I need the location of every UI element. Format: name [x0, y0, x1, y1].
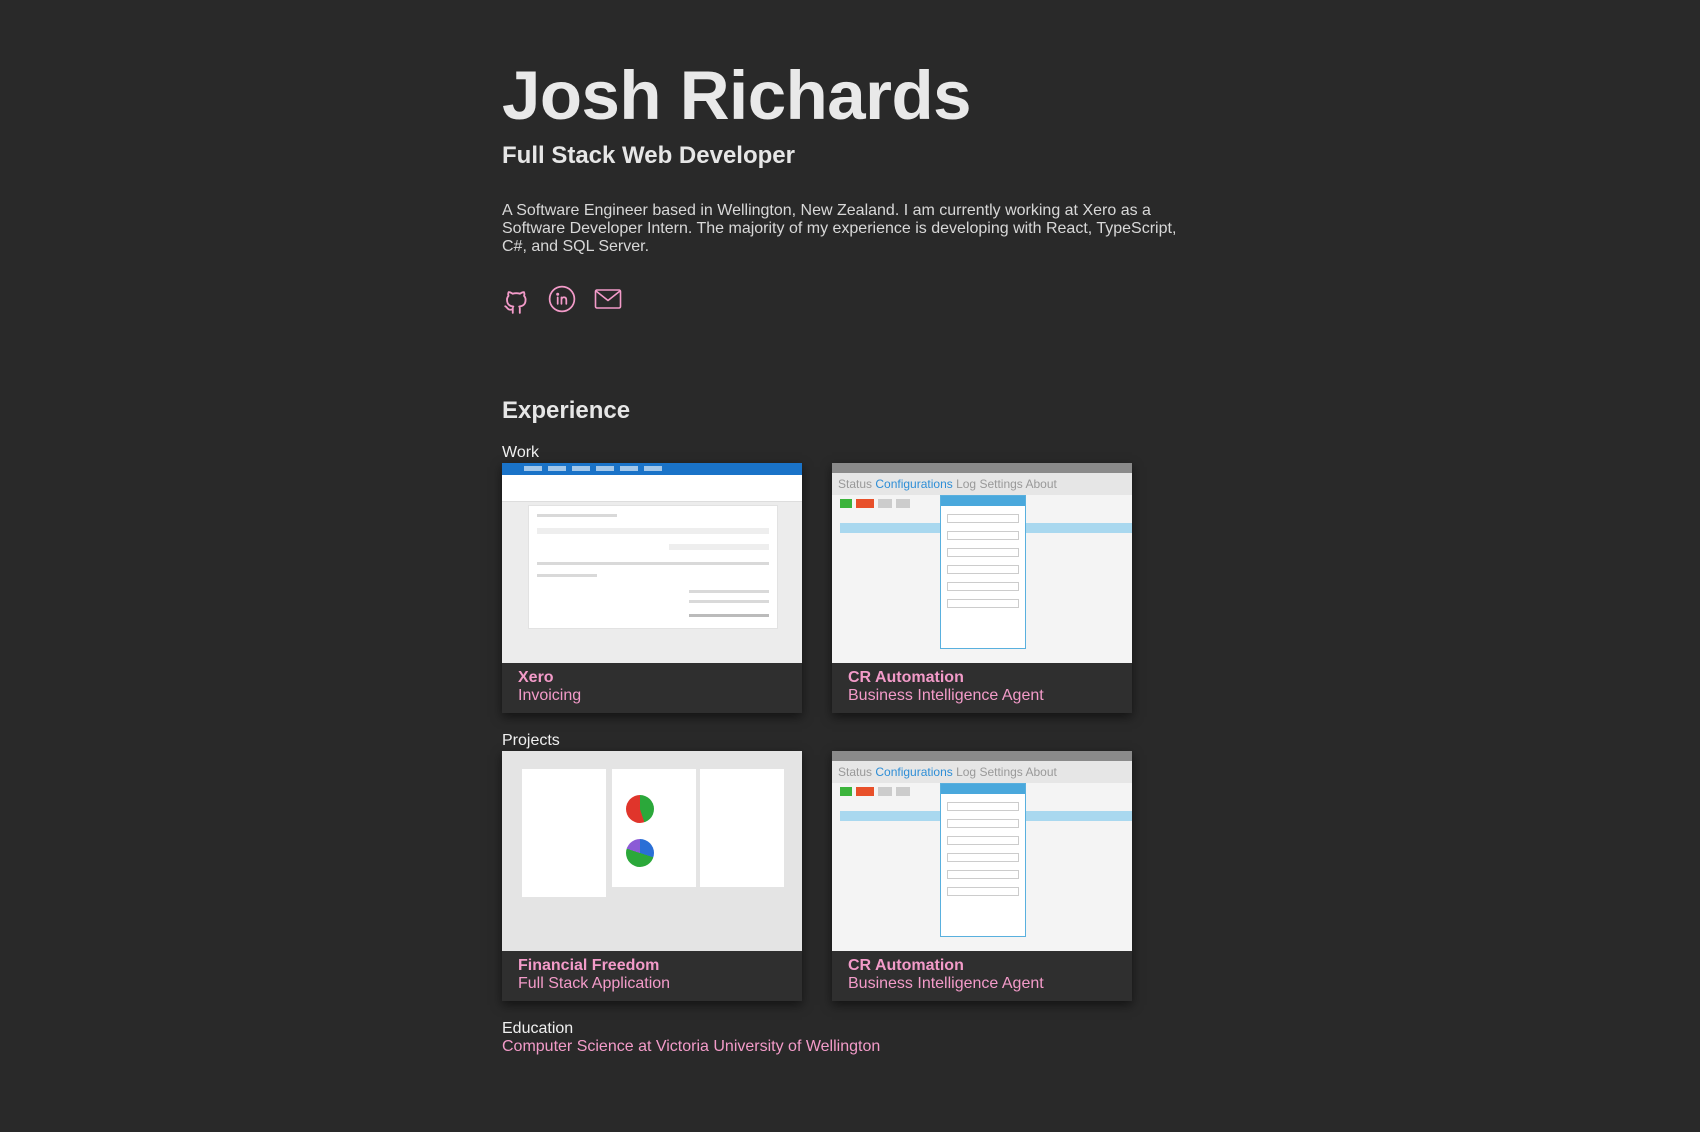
work-card-cr-automation[interactable]: Status Configurations Log Settings About… — [832, 463, 1132, 713]
financial-freedom-screenshot — [502, 751, 802, 951]
github-link[interactable] — [502, 284, 530, 314]
email-link[interactable] — [594, 284, 622, 314]
bio-text: A Software Engineer based in Wellington,… — [502, 202, 1177, 255]
page-title: Josh Richards — [502, 57, 972, 134]
mail-icon — [594, 289, 622, 309]
card-title: Financial Freedom — [518, 957, 660, 974]
work-label: Work — [502, 444, 540, 461]
experience-heading: Experience — [502, 397, 631, 424]
xero-invoicing-screenshot — [502, 463, 802, 663]
cr-automation-screenshot: Status Configurations Log Settings About — [832, 463, 1132, 663]
card-subtitle: Full Stack Application — [518, 975, 671, 992]
github-icon — [504, 291, 527, 314]
card-subtitle: Invoicing — [518, 687, 582, 704]
job-title: Full Stack Web Developer — [502, 142, 795, 169]
card-title: CR Automation — [848, 669, 964, 686]
work-card-xero[interactable]: Xero Invoicing — [502, 463, 802, 713]
linkedin-link[interactable] — [548, 284, 576, 314]
linkedin-icon — [548, 285, 576, 313]
project-card-financial-freedom[interactable]: Financial Freedom Full Stack Application — [502, 751, 802, 1001]
projects-label: Projects — [502, 732, 560, 749]
education-label: Education — [502, 1020, 574, 1037]
card-title: CR Automation — [848, 957, 964, 974]
card-title: Xero — [518, 669, 554, 686]
project-card-cr-automation[interactable]: Status Configurations Log Settings About… — [832, 751, 1132, 1001]
card-subtitle: Business Intelligence Agent — [848, 975, 1044, 992]
cr-automation-screenshot: Status Configurations Log Settings About — [832, 751, 1132, 951]
social-links — [502, 284, 622, 314]
education-value: Computer Science at Victoria University … — [502, 1038, 881, 1055]
card-subtitle: Business Intelligence Agent — [848, 687, 1044, 704]
